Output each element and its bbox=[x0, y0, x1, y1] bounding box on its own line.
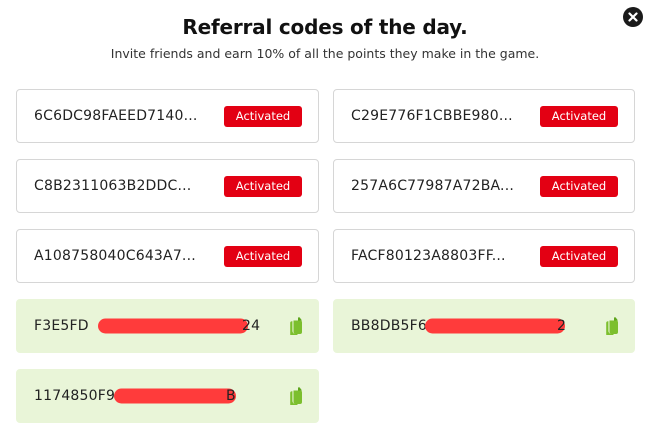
activated-badge: Activated bbox=[540, 105, 618, 127]
unused-referral-code-card[interactable]: BB8DB5F6 2 bbox=[333, 299, 635, 353]
redaction-mark bbox=[425, 318, 565, 334]
referral-code-end: 2 bbox=[557, 318, 567, 334]
referral-code-card[interactable]: FACF80123A8803FF... Activated bbox=[333, 229, 635, 283]
referral-code: 6C6DC98FAEED7140... bbox=[34, 108, 198, 124]
referral-code: 257A6C77987A72BA... bbox=[351, 178, 514, 194]
referral-code-card[interactable]: C8B2311063B2DDC... Activated bbox=[16, 159, 319, 213]
copy-icon[interactable] bbox=[288, 317, 304, 335]
activated-badge: Activated bbox=[224, 105, 302, 127]
referral-code: F3E5FD 24 bbox=[34, 318, 260, 334]
referral-code-start: 1174850F9 bbox=[34, 388, 116, 404]
referral-code-card[interactable]: 6C6DC98FAEED7140... Activated bbox=[16, 89, 319, 143]
referral-code-start: F3E5FD bbox=[34, 318, 89, 334]
page-subtitle: Invite friends and earn 10% of all the p… bbox=[110, 46, 540, 61]
referral-code-end: 24 bbox=[242, 318, 261, 334]
redaction-mark bbox=[114, 388, 236, 404]
activated-badge: Activated bbox=[224, 175, 302, 197]
referral-code: C29E776F1CBBE980... bbox=[351, 108, 513, 124]
referral-code-card[interactable]: A108758040C643A7... Activated bbox=[16, 229, 319, 283]
activated-badge: Activated bbox=[224, 245, 302, 267]
referral-code-card[interactable]: 257A6C77987A72BA... Activated bbox=[333, 159, 635, 213]
unused-referral-code-card[interactable]: 1174850F9 B bbox=[16, 369, 319, 423]
referral-code-end: B bbox=[226, 388, 236, 404]
referral-code-grid: 6C6DC98FAEED7140... Activated C29E776F1C… bbox=[16, 89, 635, 423]
referral-code: 1174850F9 B bbox=[34, 388, 254, 404]
referral-code: BB8DB5F6 2 bbox=[351, 318, 571, 334]
referral-code-start: BB8DB5F6 bbox=[351, 318, 427, 334]
referral-code: C8B2311063B2DDC... bbox=[34, 178, 192, 194]
copy-icon[interactable] bbox=[288, 387, 304, 405]
referral-code: A108758040C643A7... bbox=[34, 248, 196, 264]
referral-code-card[interactable]: C29E776F1CBBE980... Activated bbox=[333, 89, 635, 143]
activated-badge: Activated bbox=[540, 175, 618, 197]
redaction-mark bbox=[98, 318, 248, 334]
copy-icon[interactable] bbox=[604, 317, 620, 335]
unused-referral-code-card[interactable]: F3E5FD 24 bbox=[16, 299, 319, 353]
activated-badge: Activated bbox=[540, 245, 618, 267]
referral-code: FACF80123A8803FF... bbox=[351, 248, 506, 264]
page-title: Referral codes of the day. bbox=[182, 15, 468, 39]
